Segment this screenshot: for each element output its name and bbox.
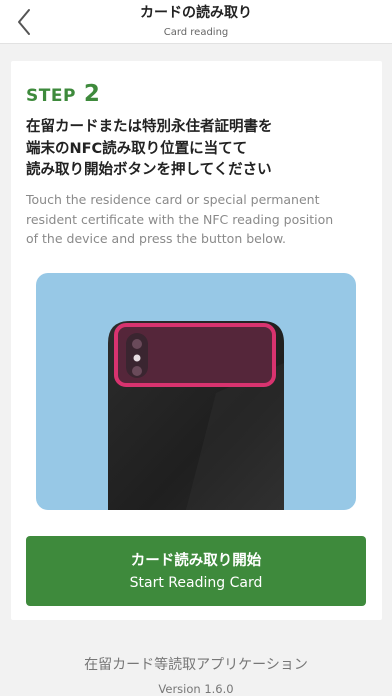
start-reading-button[interactable]: カード読み取り開始 Start Reading Card xyxy=(26,536,366,606)
instruction-ja-line: 在留カードまたは特別永住者証明書を xyxy=(26,119,273,135)
back-button[interactable] xyxy=(6,4,42,40)
step-indicator: STEP 2 xyxy=(26,81,100,107)
app-screen: カードの読み取り Card reading STEP 2 在留カードまたは特別永… xyxy=(0,0,392,696)
chevron-left-icon xyxy=(18,9,30,35)
step-label: STEP xyxy=(26,86,76,106)
instruction-ja-line: 端末のNFC読み取り位置に当てて xyxy=(26,140,248,157)
instruction-en-line: Touch the residence card or special perm… xyxy=(26,192,320,207)
app-version: Version 1.6.0 xyxy=(158,682,234,696)
app-name: 在留カード等読取アプリケーション xyxy=(84,657,308,673)
header-titles: カードの読み取り Card reading xyxy=(60,4,332,40)
page-subtitle: Card reading xyxy=(163,27,229,38)
instruction-english: Touch the residence card or special perm… xyxy=(26,190,376,249)
page-title: カードの読み取り xyxy=(140,5,252,21)
nfc-position-illustration xyxy=(36,273,356,510)
start-reading-label-en: Start Reading Card xyxy=(129,575,263,591)
step-number: 2 xyxy=(83,81,100,107)
instruction-en-line: of the device and press the button below… xyxy=(26,231,287,246)
instruction-japanese: 在留カードまたは特別永住者証明書を 端末のNFC読み取り位置に当てて 読み取り開… xyxy=(26,117,371,182)
phone-back-image xyxy=(36,273,356,510)
step-card: STEP 2 在留カードまたは特別永住者証明書を 端末のNFC読み取り位置に当て… xyxy=(11,61,382,620)
start-reading-label-ja: カード読み取り開始 xyxy=(130,553,262,569)
instruction-ja-line: 読み取り開始ボタンを押してください xyxy=(26,162,272,178)
nav-header: カードの読み取り Card reading xyxy=(0,0,392,44)
instruction-en-line: resident certificate with the NFC readin… xyxy=(26,211,334,227)
